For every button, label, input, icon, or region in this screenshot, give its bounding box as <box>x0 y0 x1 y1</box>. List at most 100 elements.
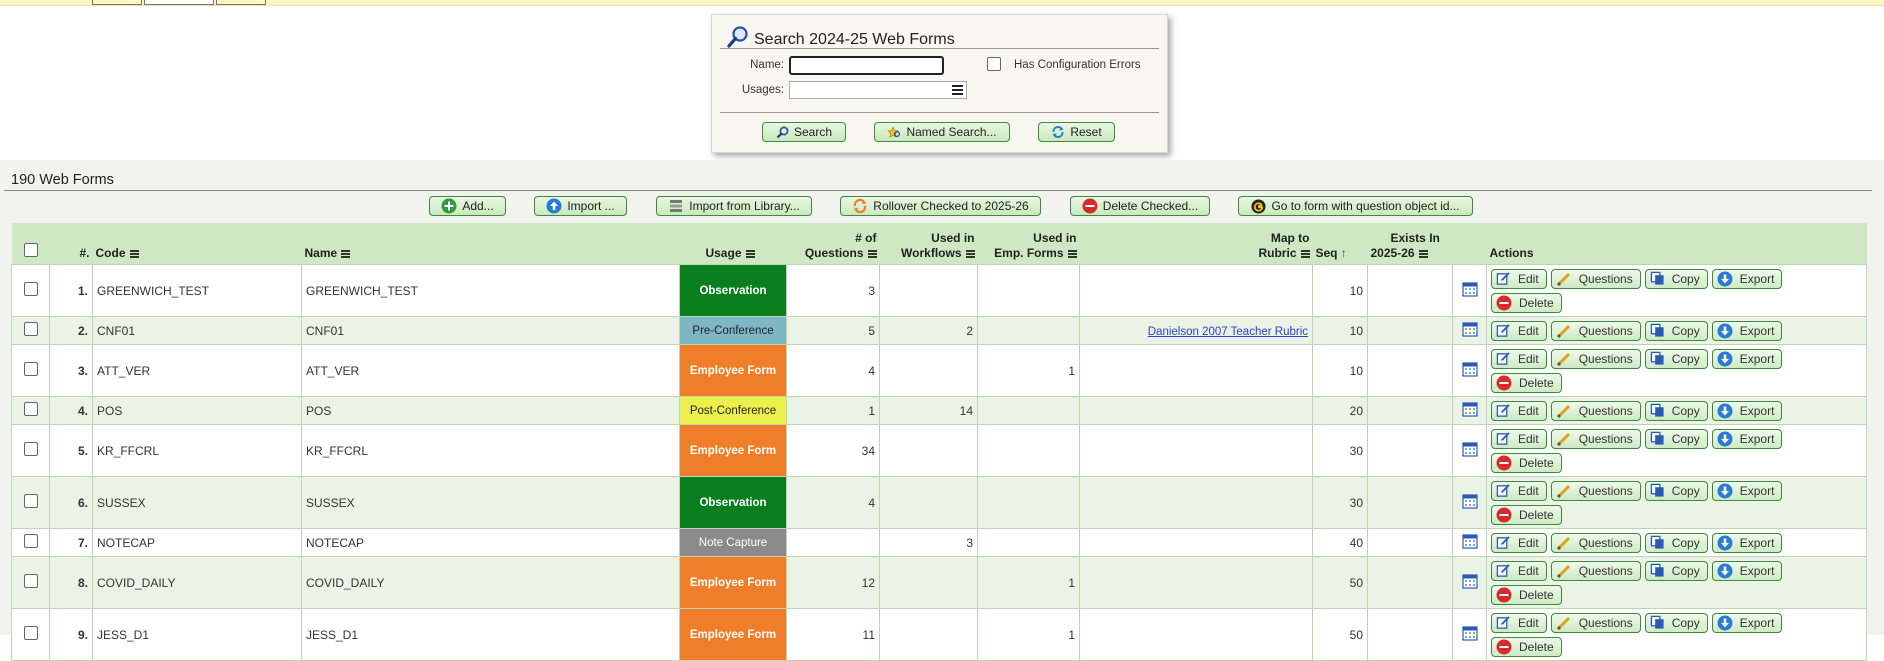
column-menu-icon[interactable] <box>1418 249 1428 258</box>
export-button[interactable]: Export <box>1711 480 1783 501</box>
row-checkbox[interactable] <box>23 534 38 548</box>
delete-button[interactable]: Delete <box>1491 292 1562 313</box>
copy-button[interactable]: Copy <box>1644 348 1708 369</box>
copy-button[interactable]: Copy <box>1644 400 1708 421</box>
row-checkbox[interactable] <box>23 626 38 640</box>
questions-button[interactable]: Questions <box>1550 268 1641 289</box>
questions-button[interactable]: Questions <box>1550 612 1641 633</box>
menu-icon[interactable] <box>952 85 963 95</box>
questions-button[interactable]: Questions <box>1550 560 1641 581</box>
questions-button[interactable]: Questions <box>1550 400 1641 421</box>
copy-button[interactable]: Copy <box>1644 320 1708 341</box>
import-button[interactable]: Import ... <box>534 196 627 216</box>
sort-ascending-icon[interactable]: ↑ <box>1341 246 1347 260</box>
column-menu-icon[interactable] <box>867 249 877 258</box>
workflows-header[interactable]: Used in Workflows <box>879 223 978 265</box>
edit-button[interactable]: Edit <box>1491 612 1547 633</box>
copy-button[interactable]: Copy <box>1644 480 1708 501</box>
calendar-icon[interactable] <box>1461 401 1478 420</box>
exists-cell <box>1367 316 1453 345</box>
row-checkbox[interactable] <box>23 322 38 336</box>
column-menu-icon[interactable] <box>1067 249 1077 258</box>
edit-button[interactable]: Edit <box>1491 428 1547 449</box>
edit-button[interactable]: Edit <box>1491 348 1547 369</box>
delete-button[interactable]: Delete <box>1491 372 1562 393</box>
calendar-header <box>1452 223 1487 265</box>
config-errors-checkbox[interactable] <box>987 57 1001 71</box>
questions-button[interactable]: Questions <box>1550 532 1641 553</box>
copy-button[interactable]: Copy <box>1644 560 1708 581</box>
import-library-button[interactable]: Import from Library... <box>656 196 812 216</box>
select-all-checkbox[interactable] <box>23 243 38 257</box>
name-header[interactable]: Name <box>301 223 680 265</box>
rubric-header[interactable]: Map to Rubric <box>1079 223 1313 265</box>
questions-button[interactable]: Questions <box>1550 320 1641 341</box>
edit-button[interactable]: Edit <box>1491 480 1547 501</box>
questions-button[interactable]: Questions <box>1550 428 1641 449</box>
calendar-icon[interactable] <box>1461 321 1478 340</box>
goto-form-button[interactable]: Go to form with question object id... <box>1238 196 1473 216</box>
export-button[interactable]: Export <box>1711 268 1783 289</box>
row-checkbox[interactable] <box>23 402 38 416</box>
rollover-button[interactable]: Rollover Checked to 2025-26 <box>840 196 1041 216</box>
column-menu-icon[interactable] <box>129 249 139 258</box>
export-button[interactable]: Export <box>1711 348 1783 369</box>
calendar-icon[interactable] <box>1461 281 1478 300</box>
delete-button[interactable]: Delete <box>1491 584 1562 605</box>
copy-button[interactable]: Copy <box>1644 428 1708 449</box>
edit-button[interactable]: Edit <box>1491 320 1547 341</box>
top-tab-3[interactable] <box>216 0 266 5</box>
search-button[interactable]: Search <box>762 122 846 142</box>
exists-cell <box>1367 264 1453 317</box>
column-menu-icon[interactable] <box>341 249 351 258</box>
code-header[interactable]: Code <box>92 223 302 265</box>
questions-button[interactable]: Questions <box>1550 480 1641 501</box>
seq-header[interactable]: Seq ↑ <box>1312 223 1368 265</box>
reset-button[interactable]: Reset <box>1038 122 1115 142</box>
edit-button[interactable]: Edit <box>1491 400 1547 421</box>
delete-button[interactable]: Delete <box>1491 636 1562 657</box>
questions-header[interactable]: # of Questions <box>786 223 880 265</box>
top-tab-2[interactable] <box>144 0 214 5</box>
calendar-icon[interactable] <box>1461 441 1478 460</box>
add-button[interactable]: Add... <box>429 196 506 216</box>
edit-button[interactable]: Edit <box>1491 560 1547 581</box>
delete-button[interactable]: Delete <box>1491 504 1562 525</box>
copy-button[interactable]: Copy <box>1644 532 1708 553</box>
export-button[interactable]: Export <box>1711 428 1783 449</box>
usage-header[interactable]: Usage <box>679 223 787 265</box>
calendar-icon[interactable] <box>1461 533 1478 552</box>
row-checkbox[interactable] <box>23 362 38 376</box>
named-search-button[interactable]: Named Search... <box>874 122 1010 142</box>
row-number: 3. <box>49 344 93 397</box>
export-button[interactable]: Export <box>1711 612 1783 633</box>
edit-button[interactable]: Edit <box>1491 532 1547 553</box>
empforms-header[interactable]: Used in Emp. Forms <box>977 223 1080 265</box>
column-menu-icon[interactable] <box>1300 249 1310 258</box>
copy-button[interactable]: Copy <box>1644 612 1708 633</box>
questions-button[interactable]: Questions <box>1550 348 1641 369</box>
copy-button[interactable]: Copy <box>1644 268 1708 289</box>
row-checkbox[interactable] <box>23 494 38 508</box>
delete-checked-button[interactable]: Delete Checked... <box>1070 196 1210 216</box>
calendar-icon[interactable] <box>1461 493 1478 512</box>
calendar-icon[interactable] <box>1461 573 1478 592</box>
row-checkbox[interactable] <box>23 574 38 588</box>
export-button[interactable]: Export <box>1711 320 1783 341</box>
top-tab-1[interactable] <box>92 0 142 5</box>
delete-button[interactable]: Delete <box>1491 452 1562 473</box>
export-button[interactable]: Export <box>1711 560 1783 581</box>
name-input[interactable] <box>789 56 944 75</box>
row-checkbox[interactable] <box>23 442 38 456</box>
rubric-cell <box>1079 264 1313 317</box>
column-menu-icon[interactable] <box>745 249 755 258</box>
usages-select[interactable] <box>789 81 967 99</box>
export-button[interactable]: Export <box>1711 400 1783 421</box>
edit-button[interactable]: Edit <box>1491 268 1547 289</box>
exists-header[interactable]: Exists In 2025-26 <box>1367 223 1453 265</box>
rubric-link[interactable]: Danielson 2007 Teacher Rubric <box>1148 326 1308 338</box>
row-checkbox[interactable] <box>23 282 38 296</box>
export-button[interactable]: Export <box>1711 532 1783 553</box>
calendar-icon[interactable] <box>1461 361 1478 380</box>
column-menu-icon[interactable] <box>965 249 975 258</box>
